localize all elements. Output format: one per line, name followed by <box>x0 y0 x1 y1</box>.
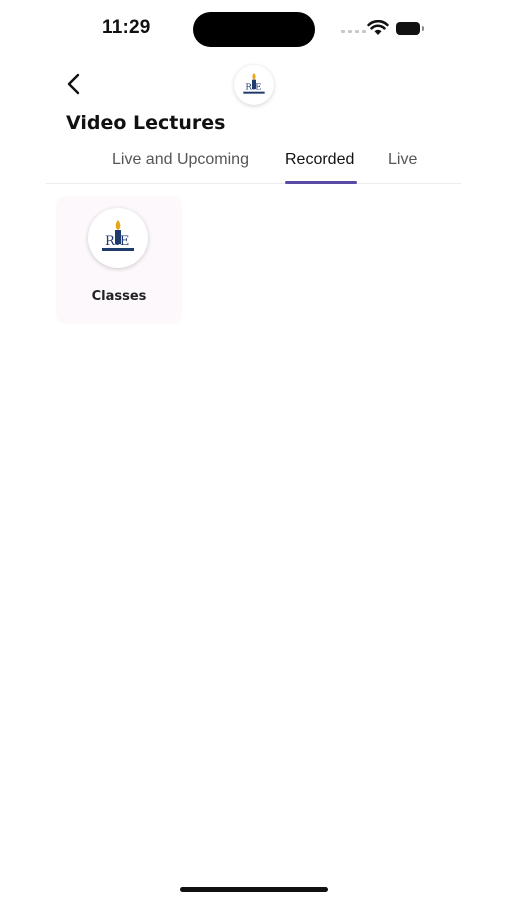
svg-text:RIE: RIE <box>105 234 129 249</box>
dynamic-island <box>193 12 315 47</box>
app-header: RIE <box>0 58 507 114</box>
home-indicator <box>180 887 328 892</box>
tab-bar: Live and Upcoming Recorded Live <box>46 140 461 184</box>
page-title: Video Lectures <box>66 112 226 134</box>
svg-text:RIE: RIE <box>245 83 261 93</box>
wifi-icon <box>367 20 389 35</box>
rie-logo-icon: RIE <box>243 73 265 94</box>
signal-icon <box>341 30 366 33</box>
battery-icon <box>396 22 424 35</box>
status-time: 11:29 <box>102 17 151 38</box>
tab-recorded[interactable]: Recorded <box>285 151 354 169</box>
active-tab-indicator <box>285 181 357 184</box>
app-logo: RIE <box>234 65 274 105</box>
tab-live[interactable]: Live <box>388 151 417 169</box>
rie-logo-icon: RIE <box>102 220 134 251</box>
class-card-label: Classes <box>91 289 147 304</box>
class-card-classes[interactable]: RIE Classes <box>56 196 182 324</box>
tab-live-and-upcoming[interactable]: Live and Upcoming <box>112 151 249 169</box>
class-logo: RIE <box>88 208 148 268</box>
status-bar: 11:29 <box>0 0 507 58</box>
chevron-left-icon <box>67 73 80 95</box>
back-button[interactable] <box>58 68 90 100</box>
